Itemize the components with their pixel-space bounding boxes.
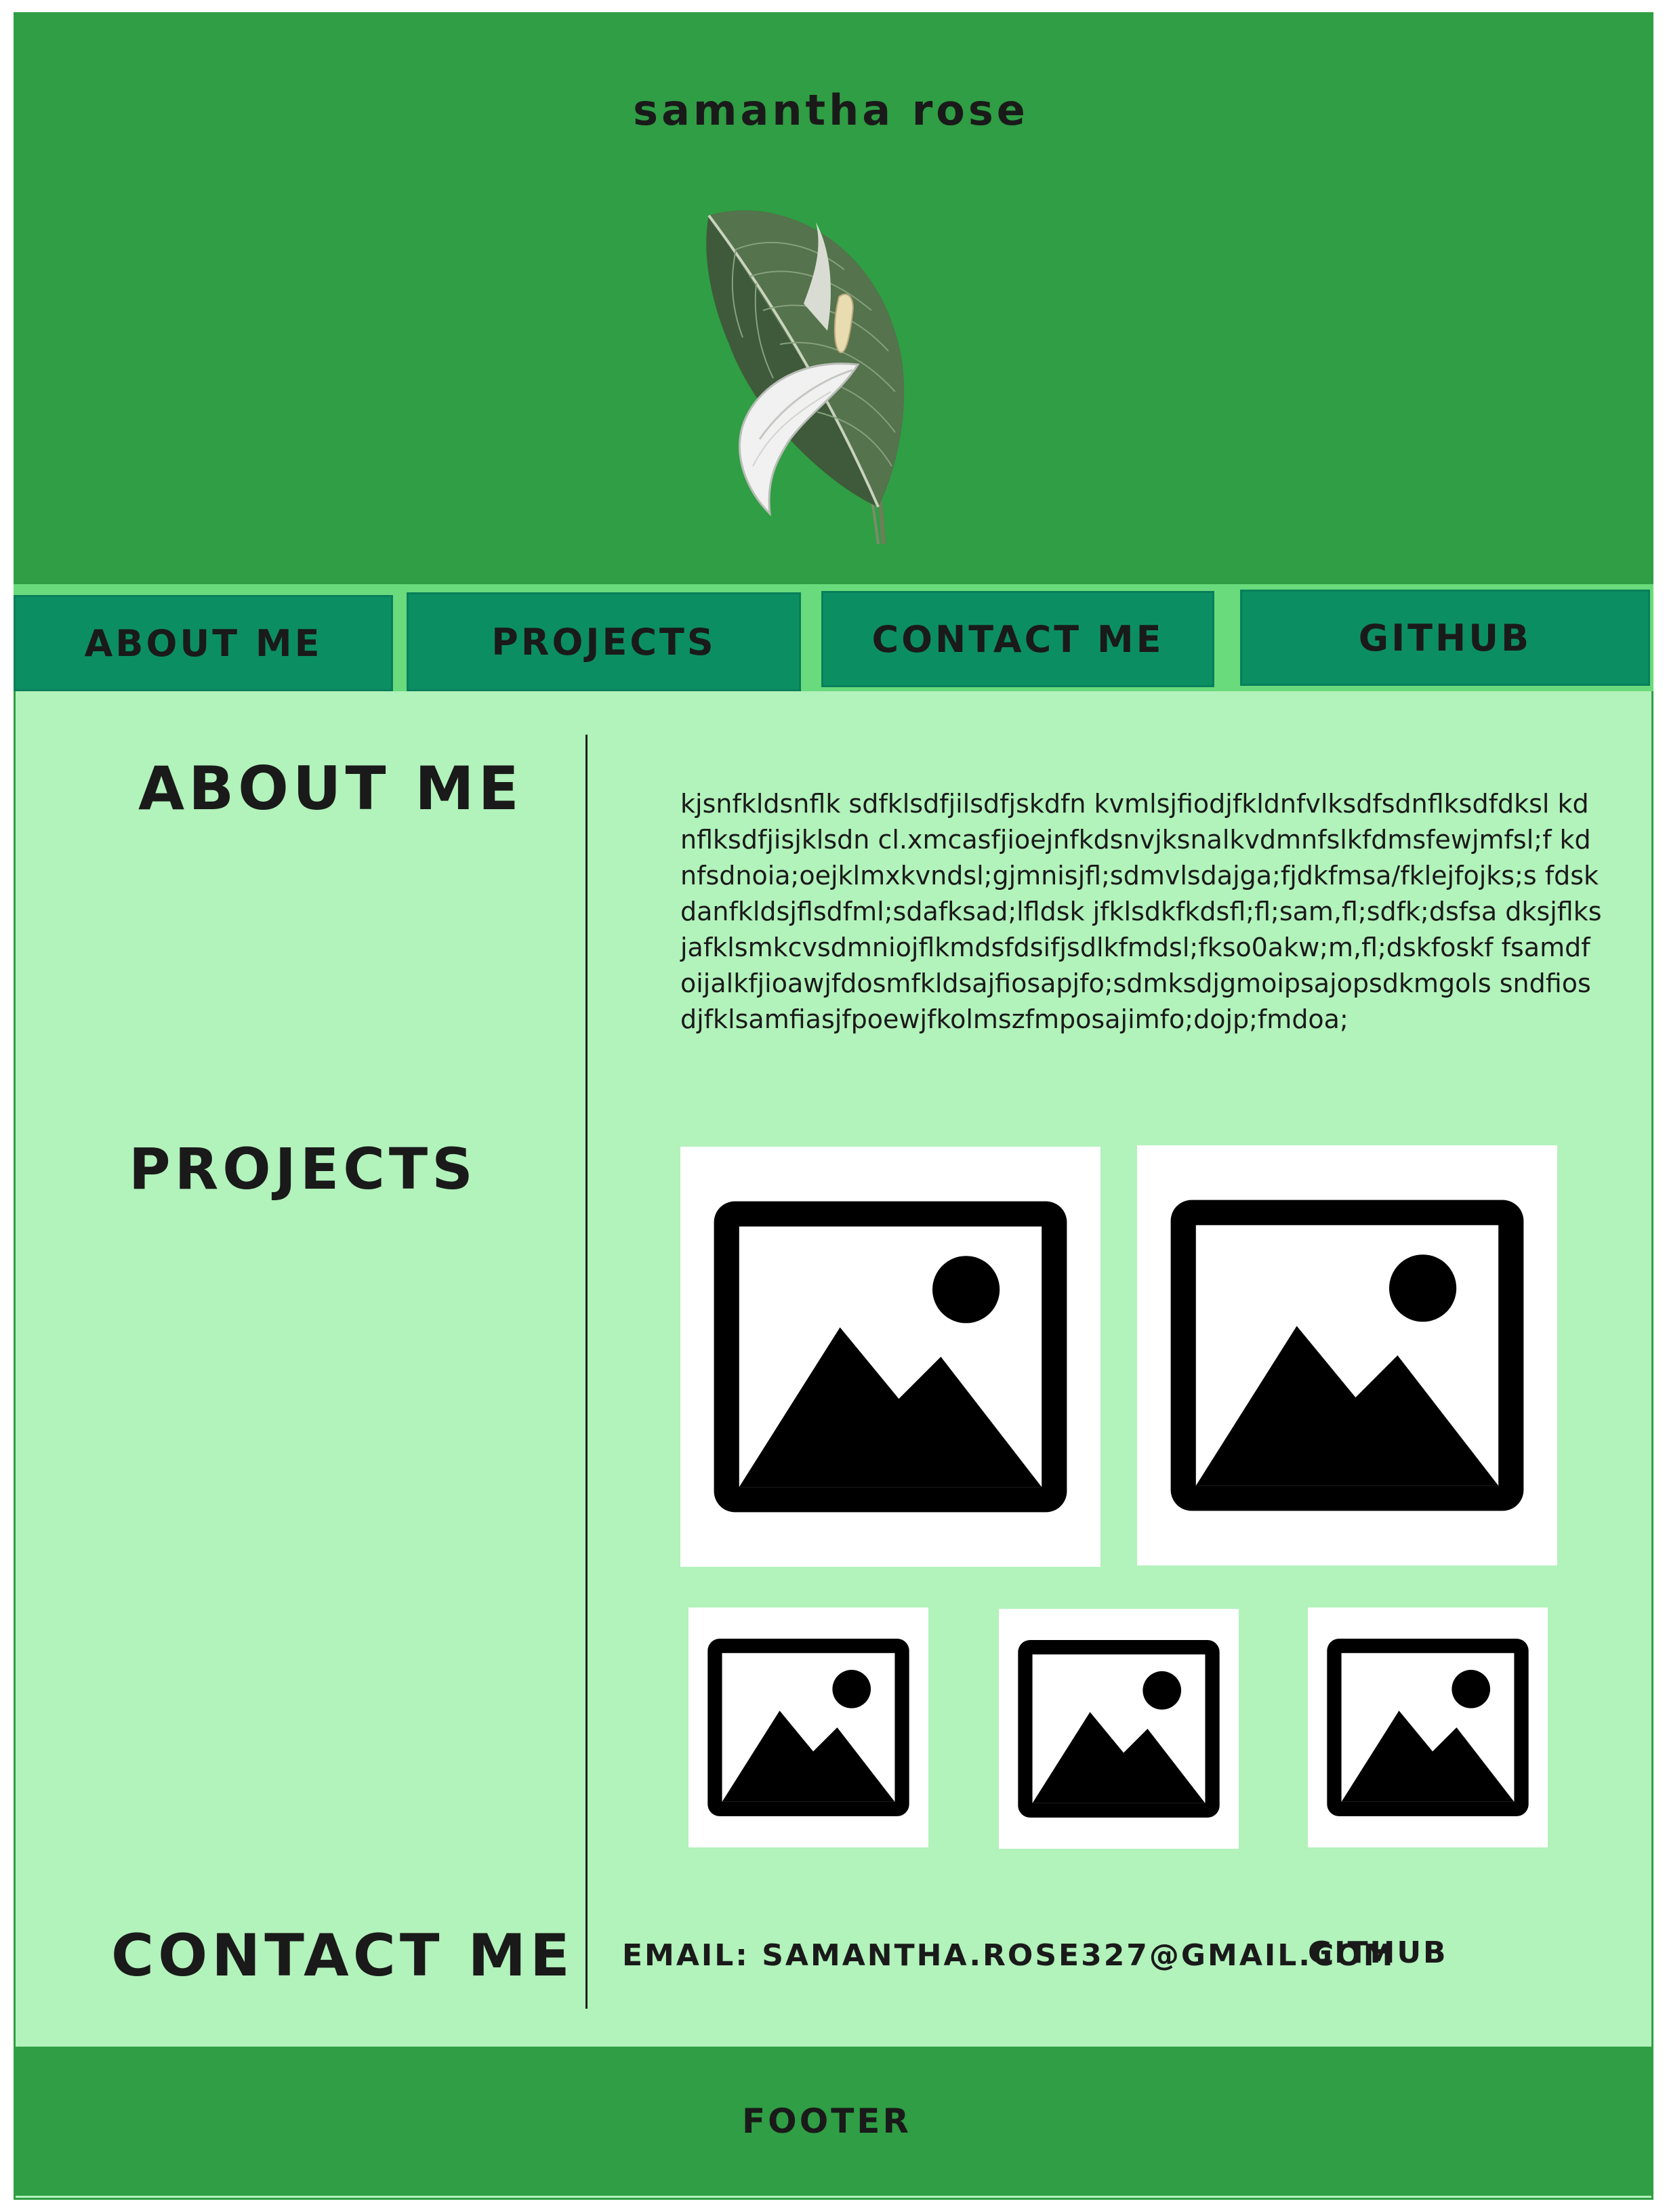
site-footer: FOOTER <box>14 2047 1653 2196</box>
image-placeholder-icon <box>1170 1200 1524 1511</box>
project-thumbnail-4[interactable] <box>999 1609 1239 1849</box>
nav-contact-me[interactable]: CONTACT ME <box>821 591 1214 687</box>
nav-projects[interactable]: PROJECTS <box>407 592 801 691</box>
site-header: samantha rose <box>14 12 1653 584</box>
projects-heading: PROJECTS <box>129 1136 477 1202</box>
image-placeholder-icon <box>707 1639 909 1816</box>
nav-github-label: GITHUB <box>1358 616 1532 659</box>
nav-about-me[interactable]: ABOUT ME <box>14 595 393 691</box>
image-placeholder-icon <box>1327 1639 1529 1816</box>
project-thumbnail-3[interactable] <box>688 1607 928 1847</box>
project-thumbnail-5[interactable] <box>1308 1607 1548 1847</box>
nav-contact-me-label: CONTACT ME <box>871 617 1164 661</box>
project-thumbnail-2[interactable] <box>1137 1145 1557 1565</box>
column-divider <box>585 735 588 2009</box>
footer-label: FOOTER <box>742 2102 911 2141</box>
nav-about-me-label: ABOUT ME <box>84 621 323 665</box>
nav-github[interactable]: GITHUB <box>1240 590 1650 686</box>
image-placeholder-icon <box>1018 1640 1220 1818</box>
image-placeholder-icon <box>714 1201 1067 1513</box>
contact-github-link[interactable]: GITHUB <box>1308 1936 1448 1970</box>
site-title: samantha rose <box>633 85 1029 135</box>
peace-lily-leaf-icon <box>695 195 926 548</box>
contact-heading: CONTACT ME <box>111 1922 574 1990</box>
main-nav: ABOUT ME PROJECTS CONTACT ME GITHUB <box>14 584 1653 691</box>
about-text: kjsnfkldsnflk sdfklsdfjilsdfjskdfn kvmls… <box>680 789 1602 1034</box>
contact-email[interactable]: EMAIL: SAMANTHA.ROSE327@GMAIL.COM <box>622 1938 1395 1973</box>
project-thumbnail-1[interactable] <box>680 1147 1100 1567</box>
about-heading: ABOUT ME <box>138 754 523 823</box>
nav-projects-label: PROJECTS <box>491 620 716 663</box>
